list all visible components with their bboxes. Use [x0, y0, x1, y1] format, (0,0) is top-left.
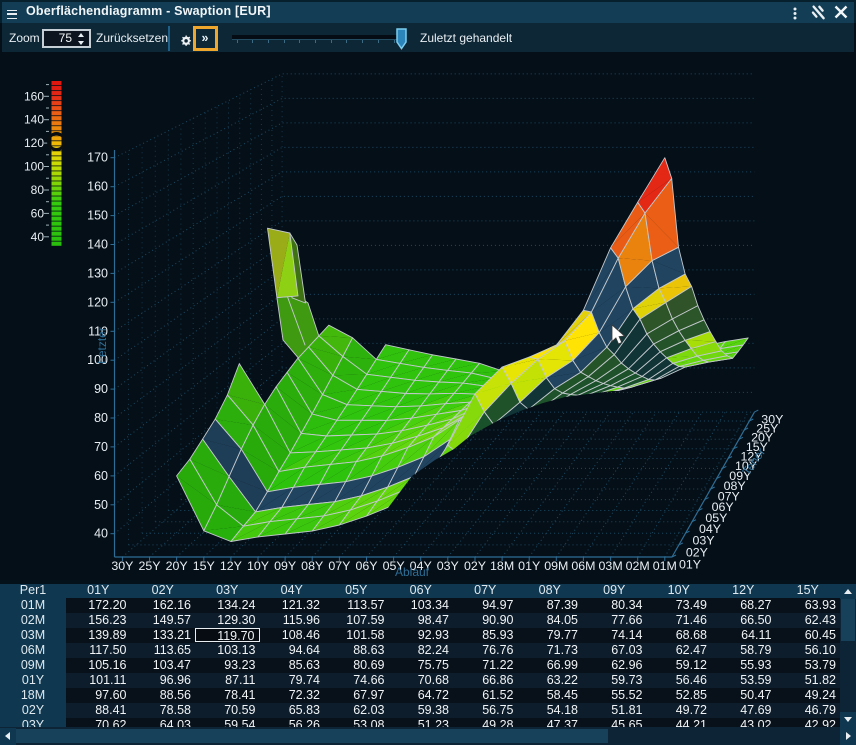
svg-text:160: 160	[24, 89, 44, 103]
svg-text:60: 60	[94, 469, 108, 483]
svg-text:140: 140	[87, 238, 108, 252]
svg-text:15Y: 15Y	[193, 559, 215, 573]
svg-text:08Y: 08Y	[301, 559, 323, 573]
svg-text:Letzter: Letzter	[95, 327, 109, 364]
svg-text:90: 90	[94, 382, 108, 396]
svg-text:80: 80	[94, 411, 108, 425]
svg-text:12Y: 12Y	[220, 559, 242, 573]
svg-text:120: 120	[87, 295, 108, 309]
svg-text:02Y: 02Y	[464, 559, 486, 573]
svg-text:130: 130	[87, 266, 108, 280]
svg-text:80: 80	[31, 183, 45, 197]
svg-text:06Y: 06Y	[355, 559, 377, 573]
svg-text:40: 40	[31, 230, 45, 244]
svg-text:09Y: 09Y	[274, 559, 296, 573]
svg-text:07Y: 07Y	[328, 559, 350, 573]
svg-text:20Y: 20Y	[166, 559, 188, 573]
svg-text:10Y: 10Y	[247, 559, 269, 573]
svg-text:30Y: 30Y	[761, 413, 783, 427]
svg-text:60: 60	[31, 206, 45, 220]
svg-text:50: 50	[94, 498, 108, 512]
svg-text:70: 70	[94, 440, 108, 454]
svg-text:01M: 01M	[653, 559, 677, 573]
svg-text:18M: 18M	[490, 559, 514, 573]
svg-text:25Y: 25Y	[138, 559, 160, 573]
svg-text:120: 120	[24, 136, 44, 150]
svg-text:09M: 09M	[544, 559, 568, 573]
svg-text:06M: 06M	[571, 559, 595, 573]
svg-text:30Y: 30Y	[111, 559, 133, 573]
svg-text:Ablauf: Ablauf	[395, 565, 430, 579]
svg-text:100: 100	[24, 160, 44, 174]
svg-text:40: 40	[94, 527, 108, 541]
svg-text:150: 150	[87, 209, 108, 223]
svg-text:02M: 02M	[626, 559, 650, 573]
svg-text:03M: 03M	[599, 559, 623, 573]
svg-text:01Y: 01Y	[518, 559, 540, 573]
svg-text:01Y: 01Y	[679, 558, 701, 572]
svg-text:170: 170	[87, 151, 108, 165]
svg-text:03Y: 03Y	[437, 559, 459, 573]
svg-text:140: 140	[24, 113, 44, 127]
svg-text:160: 160	[87, 180, 108, 194]
